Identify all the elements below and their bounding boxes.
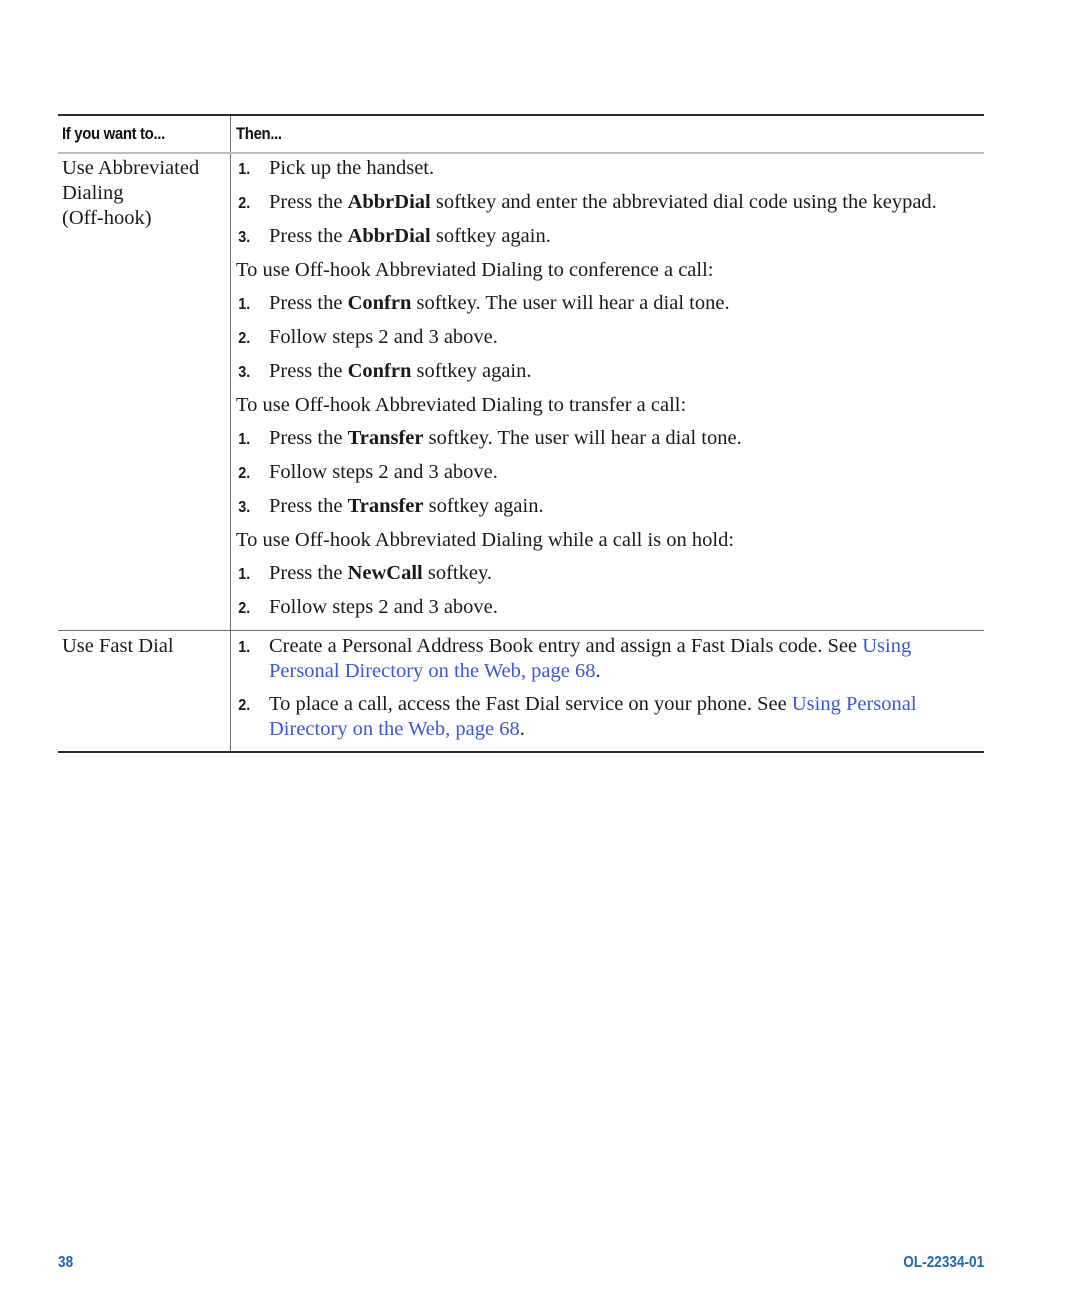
- table-header-row: If you want to... Then...: [58, 116, 984, 152]
- step-item: 2. Follow steps 2 and 3 above.: [231, 595, 984, 621]
- header-then: Then...: [236, 124, 282, 143]
- step-number: 2.: [238, 600, 251, 617]
- step-text: Press the AbbrDial softkey and enter the…: [269, 191, 937, 213]
- step-number: 1.: [238, 431, 251, 448]
- step-number: 2.: [238, 465, 251, 482]
- softkey-name: AbbrDial: [347, 191, 431, 213]
- step-number: 2.: [238, 195, 251, 212]
- step-item: 3. Press the AbbrDial softkey again.: [231, 224, 984, 250]
- step-number: 1.: [238, 566, 251, 583]
- softkey-name: Confrn: [347, 360, 412, 382]
- step-number: 1.: [238, 161, 251, 178]
- transfer-intro: To use Off-hook Abbreviated Dialing to t…: [236, 394, 687, 416]
- label-line: (Off-hook): [62, 207, 152, 229]
- page-number: 38: [58, 1254, 74, 1271]
- step-number: 3.: [238, 499, 251, 516]
- step-item: 1. Create a Personal Address Book entry …: [231, 634, 984, 684]
- conference-intro: To use Off-hook Abbreviated Dialing to c…: [236, 259, 714, 281]
- step-text: Press the Transfer softkey again.: [269, 495, 544, 517]
- step-item: 3. Press the Transfer softkey again.: [231, 494, 984, 520]
- row-label-fast-dial: Use Fast Dial: [58, 631, 231, 751]
- step-text: Press the Confrn softkey again.: [269, 360, 532, 382]
- step-text: Pick up the handset.: [269, 157, 435, 179]
- softkey-name: AbbrDial: [347, 225, 431, 247]
- document-id: OL-22334-01: [903, 1254, 984, 1271]
- label-line: Dialing: [62, 182, 124, 204]
- row-steps-abbreviated-dialing: 1. Pick up the handset. 2. Press the Abb…: [231, 154, 984, 630]
- step-item: 1. Pick up the handset.: [231, 156, 984, 182]
- step-text: Press the NewCall softkey.: [269, 562, 493, 584]
- step-text: Follow steps 2 and 3 above.: [269, 461, 498, 483]
- step-item: 1. Press the Transfer softkey. The user …: [231, 426, 984, 452]
- step-item: 3. Press the Confrn softkey again.: [231, 359, 984, 385]
- table-bottom-rule: [58, 751, 984, 753]
- step-item: 2. Follow steps 2 and 3 above.: [231, 460, 984, 486]
- step-text: Create a Personal Address Book entry and…: [269, 635, 912, 682]
- step-item: 2. To place a call, access the Fast Dial…: [231, 692, 984, 742]
- step-item: 2. Press the AbbrDial softkey and enter …: [231, 190, 984, 216]
- step-text: Press the AbbrDial softkey again.: [269, 225, 551, 247]
- softkey-name: Transfer: [347, 427, 424, 449]
- step-number: 2.: [238, 330, 251, 347]
- softkey-name: Transfer: [347, 495, 424, 517]
- step-item: 1. Press the NewCall softkey.: [231, 561, 984, 587]
- step-number: 2.: [238, 697, 251, 714]
- row-label-abbreviated-dialing: Use Abbreviated Dialing (Off-hook): [58, 154, 231, 630]
- step-text: Press the Confrn softkey. The user will …: [269, 292, 730, 314]
- step-number: 1.: [238, 296, 251, 313]
- step-item: 1. Press the Confrn softkey. The user wi…: [231, 291, 984, 317]
- table-row-fast-dial: Use Fast Dial 1. Create a Personal Addre…: [58, 631, 984, 751]
- hold-intro: To use Off-hook Abbreviated Dialing whil…: [236, 529, 735, 551]
- label-line: Use Abbreviated: [62, 157, 200, 179]
- step-number: 1.: [238, 639, 251, 656]
- row-steps-fast-dial: 1. Create a Personal Address Book entry …: [231, 631, 984, 751]
- step-text: To place a call, access the Fast Dial se…: [269, 693, 917, 740]
- table-row-abbreviated-dialing: Use Abbreviated Dialing (Off-hook) 1. Pi…: [58, 154, 984, 630]
- step-text: Follow steps 2 and 3 above.: [269, 326, 498, 348]
- softkey-name: NewCall: [347, 562, 423, 584]
- step-item: 2. Follow steps 2 and 3 above.: [231, 325, 984, 351]
- softkey-name: Confrn: [347, 292, 412, 314]
- step-text: Follow steps 2 and 3 above.: [269, 596, 498, 618]
- step-text: Press the Transfer softkey. The user wil…: [269, 427, 742, 449]
- instructions-table: If you want to... Then... Use Abbreviate…: [58, 114, 984, 753]
- step-number: 3.: [238, 229, 251, 246]
- step-number: 3.: [238, 364, 251, 381]
- header-if-you-want-to: If you want to...: [62, 124, 165, 143]
